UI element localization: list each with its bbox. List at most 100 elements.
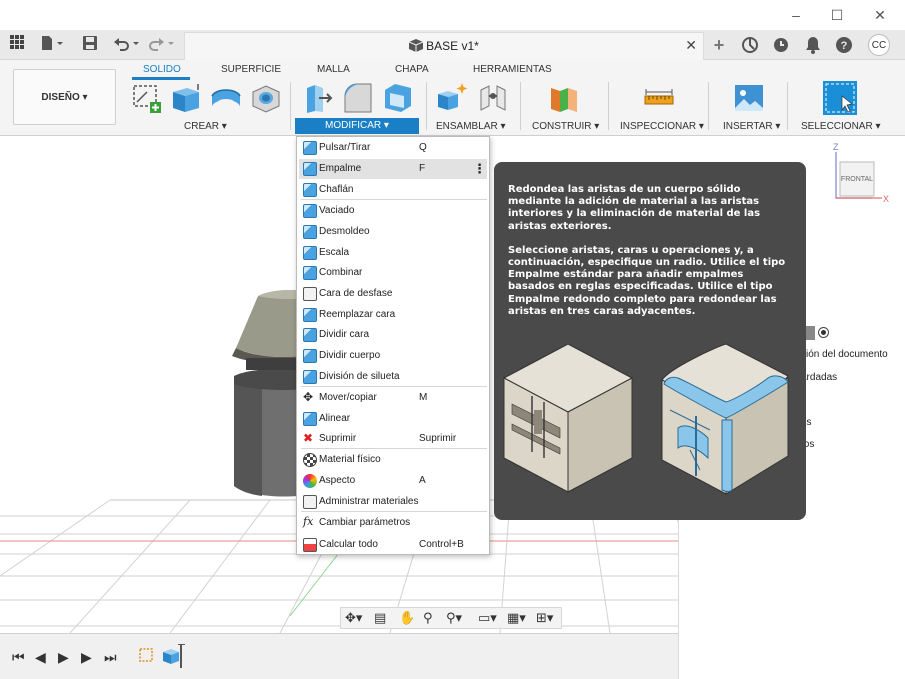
minimize-button[interactable]: –: [782, 4, 810, 26]
menu-item-vaciado[interactable]: Vaciado: [299, 201, 487, 221]
go-to-end-icon[interactable]: ⏭: [104, 649, 117, 666]
menu-item-material-físico[interactable]: Material físico: [299, 450, 487, 470]
menu-item-empalme[interactable]: Empalme F ⋮: [299, 159, 487, 179]
construction-plane-icon[interactable]: [548, 82, 580, 114]
group-inspeccionar[interactable]: INSPECCIONAR ▾: [620, 121, 704, 132]
menu-item-suprimir[interactable]: ✖ Suprimir Suprimir: [299, 429, 487, 449]
view-cube[interactable]: FRONTAL Z X: [826, 142, 896, 208]
hole-icon[interactable]: [250, 82, 282, 114]
new-tab-button[interactable]: +: [708, 34, 730, 56]
menu-item-dividir-cara[interactable]: Dividir cara: [299, 325, 487, 345]
tab-malla[interactable]: MALLA: [317, 64, 350, 75]
app-grid-icon[interactable]: [10, 35, 24, 55]
menu-item-reemplazar-cara[interactable]: Reemplazar cara: [299, 305, 487, 325]
menu-item-label: Material físico: [319, 454, 381, 465]
redo-icon[interactable]: [148, 35, 176, 55]
play-icon[interactable]: ▶: [58, 649, 69, 666]
look-at-icon[interactable]: ▤: [374, 610, 386, 626]
file-menu-icon[interactable]: [40, 35, 64, 55]
insert-image-icon[interactable]: [733, 82, 765, 114]
maximize-button[interactable]: ☐: [823, 4, 851, 26]
axis-x-label: X: [883, 194, 890, 204]
menu-item-combinar[interactable]: Combinar: [299, 263, 487, 283]
menu-item-pulsar-tirar[interactable]: Pulsar/Tirar Q: [299, 138, 487, 158]
group-modificar[interactable]: MODIFICAR ▾: [295, 118, 419, 134]
menu-item-calcular-todo[interactable]: Calcular todo Control+B: [299, 535, 487, 555]
shell-icon: [303, 204, 317, 218]
menu-item-label: Vaciado: [319, 205, 355, 216]
extensions-icon[interactable]: [739, 34, 761, 56]
radio-button[interactable]: [818, 327, 829, 338]
viewports-icon[interactable]: ⊞▾: [536, 610, 553, 626]
group-crear[interactable]: CREAR ▾: [184, 121, 227, 132]
menu-item-administrar-materiales[interactable]: Administrar materiales: [299, 492, 487, 512]
close-window-button[interactable]: ✕: [866, 4, 894, 26]
menu-item-desmoldeo[interactable]: Desmoldeo: [299, 222, 487, 242]
menu-item-label: Dividir cuerpo: [319, 350, 381, 361]
tab-chapa[interactable]: CHAPA: [395, 64, 429, 75]
menu-item-cara-de-desfase[interactable]: Cara de desfase: [299, 284, 487, 304]
menu-item-alinear[interactable]: Alinear: [299, 409, 487, 429]
panel-item[interactable]: ardadas: [801, 372, 837, 383]
menu-item-cambiar-parámetros[interactable]: fx Cambiar parámetros: [299, 513, 487, 533]
undo-icon[interactable]: [113, 35, 141, 55]
go-to-start-icon[interactable]: ⏮: [12, 649, 25, 666]
extrude-box-icon[interactable]: [170, 82, 202, 114]
close-tab-button[interactable]: ✕: [685, 37, 697, 54]
create-sketch-icon[interactable]: [131, 82, 163, 114]
document-title-text: BASE v1*: [426, 39, 479, 53]
menu-item-label: Empalme: [319, 163, 362, 174]
zoom-icon[interactable]: ⚲: [423, 610, 433, 626]
select-icon[interactable]: [822, 80, 858, 116]
menu-item-escala[interactable]: Escala: [299, 243, 487, 263]
menu-item-aspecto[interactable]: Aspecto A: [299, 471, 487, 491]
user-avatar[interactable]: CC: [868, 34, 890, 56]
compute-all-icon: [303, 538, 317, 552]
measure-icon[interactable]: [643, 82, 675, 114]
menu-item-label: Administrar materiales: [319, 496, 419, 507]
shell-icon[interactable]: [382, 82, 414, 114]
orbit-icon[interactable]: ✥▾: [345, 610, 362, 626]
save-icon[interactable]: [82, 35, 98, 55]
help-icon[interactable]: ?: [833, 34, 855, 56]
tab-herramientas[interactable]: HERRAMIENTAS: [473, 64, 552, 75]
new-component-icon[interactable]: [436, 82, 468, 114]
fit-icon[interactable]: ⚲▾: [446, 610, 462, 626]
press-pull-icon[interactable]: [301, 82, 333, 114]
group-ensamblar[interactable]: ENSAMBLAR ▾: [436, 121, 505, 132]
menu-item-label: Escala: [319, 247, 350, 258]
fillet-tooltip: Redondea las aristas de un cuerpo sólido…: [494, 162, 806, 520]
menu-item-división-de-silueta[interactable]: División de silueta: [299, 367, 487, 387]
menu-item-dividir-cuerpo[interactable]: Dividir cuerpo: [299, 346, 487, 366]
display-settings-icon[interactable]: ▭▾: [478, 610, 497, 626]
job-status-icon[interactable]: [770, 34, 792, 56]
title-bar: – ☐ ✕: [0, 0, 905, 30]
joint-icon[interactable]: [477, 82, 509, 114]
revolve-icon[interactable]: [210, 82, 242, 114]
silhouette-split-icon: [303, 370, 317, 384]
document-tab[interactable]: BASE v1* ✕: [184, 32, 704, 60]
menu-item-mover-copiar[interactable]: ✥ Mover/copiar M: [299, 388, 487, 408]
tab-solido[interactable]: SOLIDO: [143, 64, 181, 75]
pan-hand-icon[interactable]: ✋: [399, 610, 415, 626]
menu-item-label: División de silueta: [319, 371, 400, 382]
group-insertar[interactable]: INSERTAR ▾: [723, 121, 780, 132]
press-pull-icon: [303, 141, 317, 155]
workspace-switcher[interactable]: DISEÑO ▾: [13, 69, 116, 125]
more-options-icon[interactable]: ⋮: [473, 161, 486, 177]
sketch-feature-icon[interactable]: [138, 646, 156, 667]
view-cube-face[interactable]: FRONTAL: [840, 176, 874, 183]
combine-icon: [303, 266, 317, 280]
group-construir[interactable]: CONSTRUIR ▾: [532, 121, 599, 132]
grid-settings-icon[interactable]: ▦▾: [507, 610, 526, 626]
panel-item[interactable]: ción del documento: [801, 349, 888, 360]
step-forward-icon[interactable]: ▶: [81, 649, 92, 666]
tab-superficie[interactable]: SUPERFICIE: [221, 64, 281, 75]
step-back-icon[interactable]: ◀: [35, 649, 46, 666]
group-seleccionar[interactable]: SELECCIONAR ▾: [801, 121, 880, 132]
fillet-icon[interactable]: [342, 82, 374, 114]
notifications-bell-icon[interactable]: [802, 34, 824, 56]
menu-separator: [301, 511, 487, 512]
menu-item-chaflán[interactable]: Chaflán: [299, 180, 487, 200]
extrude-feature-icon[interactable]: [160, 643, 186, 671]
